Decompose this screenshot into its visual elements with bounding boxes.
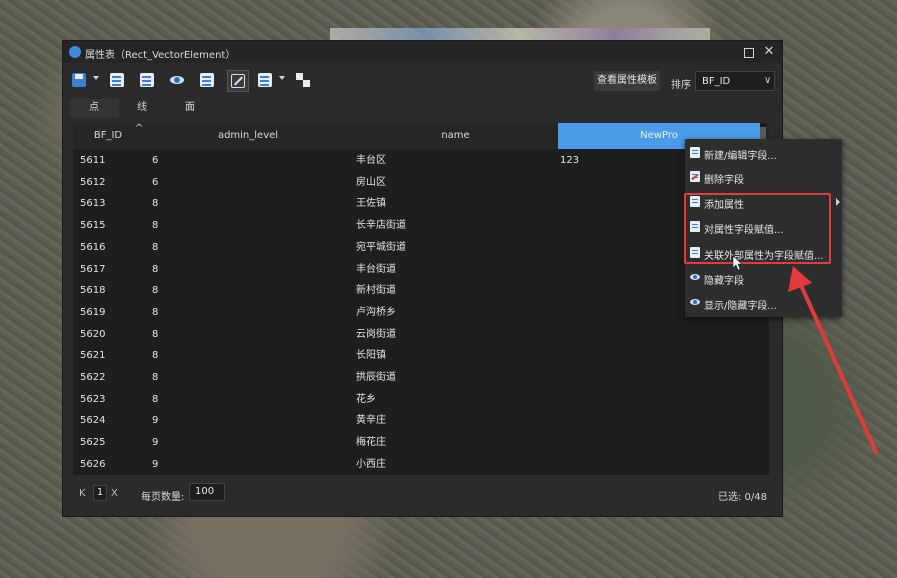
annotation-arrow	[732, 255, 878, 454]
mouse-cursor-icon	[732, 255, 743, 271]
annotation-arrow-shaft	[798, 281, 878, 454]
annotation-arrow-head	[788, 266, 812, 292]
